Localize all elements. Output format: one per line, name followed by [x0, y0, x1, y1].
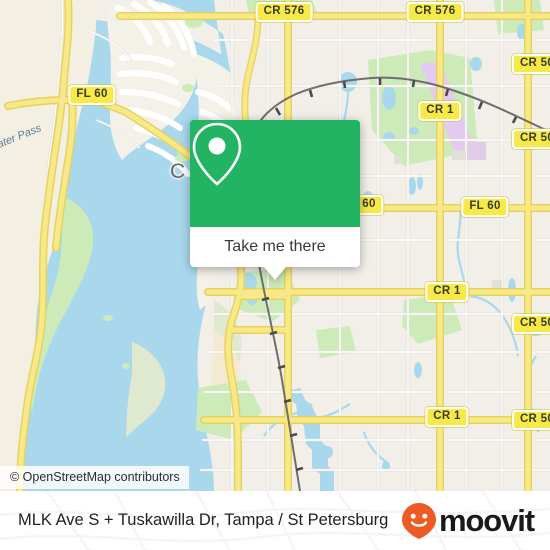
road-shield: CR 50: [511, 314, 550, 334]
take-me-there-button[interactable]: Take me there: [190, 227, 360, 267]
footer-bar: MLK Ave S + Tuskawilla Dr, Tampa / St Pe…: [0, 491, 550, 550]
osm-attribution[interactable]: © OpenStreetMap contributors: [0, 466, 189, 489]
map-canvas[interactable]: CR 576CR 576CR 50FL 60CR 1CR 50FL 60FL 6…: [0, 0, 550, 491]
moovit-pin-logo-icon: [401, 502, 436, 539]
road-shield: CR 50: [511, 410, 550, 430]
road-shield: CR 50: [511, 54, 550, 74]
road-shield: FL 60: [461, 197, 509, 217]
road-shield: FL 60: [68, 85, 116, 105]
station-title: MLK Ave S + Tuskawilla Dr, Tampa / St Pe…: [18, 511, 389, 529]
road-shield: CR 1: [425, 282, 469, 302]
popup-icon-area: [190, 120, 360, 227]
map-pin-icon: [192, 122, 242, 186]
popup-pointer-arrow: [264, 267, 286, 280]
road-shield: CR 1: [418, 101, 462, 121]
road-shield: CR 50: [511, 129, 550, 149]
road-shield: CR 576: [406, 2, 464, 22]
moovit-wordmark: moovit: [438, 503, 535, 538]
road-shield: CR 1: [425, 407, 469, 427]
road-shield: CR 576: [255, 2, 313, 22]
place-label: C: [170, 160, 187, 183]
moovit-brand[interactable]: moovit: [401, 502, 535, 540]
destination-popup-card[interactable]: Take me there: [190, 120, 360, 280]
moovit-map-screenshot: CR 576CR 576CR 50FL 60CR 1CR 50FL 60FL 6…: [0, 0, 550, 550]
